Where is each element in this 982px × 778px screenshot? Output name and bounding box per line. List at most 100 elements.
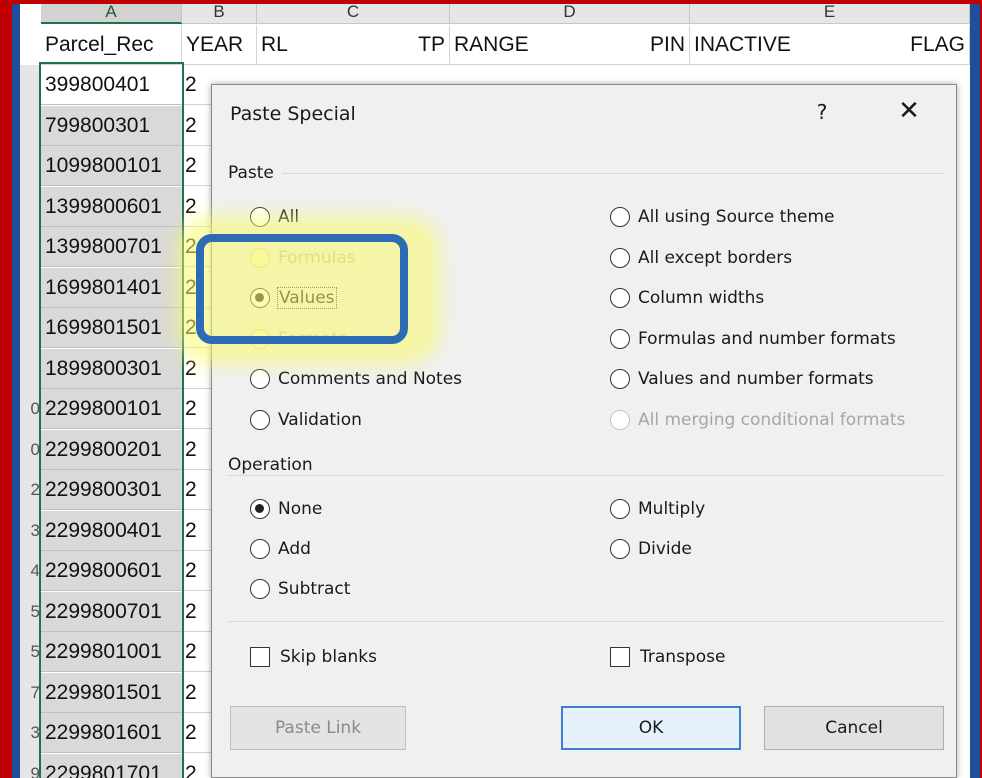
radio-button-icon[interactable] [250,288,270,308]
radio-button-icon[interactable] [250,579,270,599]
parcel-rec-cell[interactable]: 2299800701 [41,591,182,632]
radio-comments-and-notes[interactable]: Comments and Notes [250,365,462,393]
radio-button-icon[interactable] [250,247,270,268]
radio-all-merging-conditional-formats: All merging conditional formats [610,406,905,434]
row-number[interactable]: 5 [20,592,40,632]
radio-label: Formulas and number formats [638,328,896,349]
radio-button-icon[interactable] [610,539,630,559]
parcel-rec-cell[interactable]: 2299800401 [41,510,182,551]
operation-group-label: Operation [228,455,321,475]
radio-multiply[interactable]: Multiply [610,495,705,523]
row-number[interactable] [20,187,40,227]
header-cell-tp[interactable]: TP [337,25,450,65]
radio-label: Values and number formats [638,369,874,389]
radio-button-icon[interactable] [610,207,630,227]
header-cell-pin[interactable]: PIN [570,25,690,65]
parcel-rec-cell[interactable]: 2299801001 [41,632,182,672]
transpose-box[interactable] [610,647,630,667]
parcel-rec-cell[interactable]: 2299801501 [41,672,182,713]
radio-button-icon[interactable] [250,369,270,389]
radio-button-icon[interactable] [610,369,630,389]
close-button[interactable]: ✕ [892,95,926,129]
row-number[interactable]: 9 [20,754,40,778]
column-header-a[interactable]: A [41,4,182,24]
parcel-rec-cell[interactable]: 1099800101 [41,146,182,186]
row-number[interactable]: 7 [20,673,40,713]
row-number[interactable] [20,227,40,267]
paste-group-divider [228,173,944,174]
row-number[interactable] [20,106,40,146]
header-cell-range[interactable]: RANGE [450,25,570,65]
parcel-rec-cell[interactable]: 1899800301 [41,348,182,389]
radio-button-icon[interactable] [250,539,270,559]
dialog-title: Paste Special [230,103,356,125]
radio-button-icon[interactable] [250,328,270,349]
operation-group-divider [228,475,944,476]
parcel-rec-cell[interactable]: 799800301 [41,105,182,146]
radio-values-and-number-formats[interactable]: Values and number formats [610,365,874,393]
row-number[interactable]: 5 [20,632,40,672]
options-divider [228,621,944,622]
parcel-rec-cell[interactable]: 2299800301 [41,470,182,510]
radio-formulas-and-number-formats[interactable]: Formulas and number formats [610,325,896,353]
radio-button-icon[interactable] [610,247,630,268]
parcel-rec-cell[interactable]: 1399800701 [41,227,182,267]
radio-button-icon[interactable] [250,409,270,430]
radio-button-icon[interactable] [610,288,630,308]
column-header-d[interactable]: D [450,4,690,24]
radio-label: All except borders [638,247,793,268]
row-number[interactable] [20,65,40,105]
parcel-rec-cell[interactable]: 2299800601 [41,551,182,591]
skip-blanks-box[interactable] [250,647,270,667]
parcel-rec-cell[interactable]: 1699801501 [41,308,182,348]
header-cell-rl[interactable]: RL [257,25,337,65]
row-number[interactable]: 2 [20,470,40,510]
row-number[interactable]: 0 [20,389,40,429]
row-number[interactable]: 4 [20,551,40,591]
radio-label: All merging conditional formats [638,409,906,430]
radio-formulas[interactable]: Formulas [250,244,356,272]
header-cell-year[interactable]: YEAR [182,25,257,65]
radio-formats[interactable]: Formats [250,325,347,353]
row-number[interactable]: 0 [20,430,40,470]
row-number[interactable] [20,349,40,389]
radio-divide[interactable]: Divide [610,535,692,563]
cancel-button[interactable]: Cancel [764,706,944,750]
row-number[interactable] [20,308,40,348]
paste-link-button[interactable]: Paste Link [230,706,406,750]
column-header-e[interactable]: E [690,4,970,24]
radio-subtract[interactable]: Subtract [250,575,350,603]
radio-button-icon[interactable] [610,328,630,349]
parcel-rec-cell[interactable]: 2299800101 [41,389,182,429]
radio-all-using-source-theme[interactable]: All using Source theme [610,203,835,231]
header-cell-parcel-rec[interactable]: Parcel_Rec [41,25,182,65]
radio-all-except-borders[interactable]: All except borders [610,244,792,272]
row-number[interactable] [20,268,40,308]
skip-blanks-checkbox[interactable]: Skip blanks [250,643,377,671]
parcel-rec-cell[interactable]: 2299801601 [41,713,182,753]
header-cell-inactive[interactable]: INACTIVE [690,25,850,65]
row-number[interactable]: 3 [20,511,40,551]
radio-none[interactable]: None [250,495,322,523]
transpose-checkbox[interactable]: Transpose [610,643,725,671]
radio-column-widths[interactable]: Column widths [610,284,764,312]
parcel-rec-cell[interactable]: 399800401 [41,65,182,105]
parcel-rec-cell[interactable]: 2299801701 [41,753,182,778]
parcel-rec-cell[interactable]: 1699801401 [41,267,182,308]
radio-button-icon[interactable] [250,499,270,519]
help-button[interactable]: ? [810,97,834,127]
radio-add[interactable]: Add [250,535,311,563]
parcel-rec-cell[interactable]: 2299800201 [41,429,182,470]
row-number[interactable]: 3 [20,713,40,753]
row-number[interactable] [20,146,40,186]
radio-values[interactable]: Values [250,284,337,312]
radio-button-icon[interactable] [610,499,630,519]
column-header-b[interactable]: B [182,4,257,24]
header-cell-flag[interactable]: FLAG [850,25,970,65]
radio-button-icon[interactable] [250,207,270,227]
ok-button[interactable]: OK [561,706,741,750]
column-header-c[interactable]: C [257,4,450,24]
radio-validation[interactable]: Validation [250,406,362,434]
parcel-rec-cell[interactable]: 1399800601 [41,186,182,227]
radio-all[interactable]: All [250,203,299,231]
